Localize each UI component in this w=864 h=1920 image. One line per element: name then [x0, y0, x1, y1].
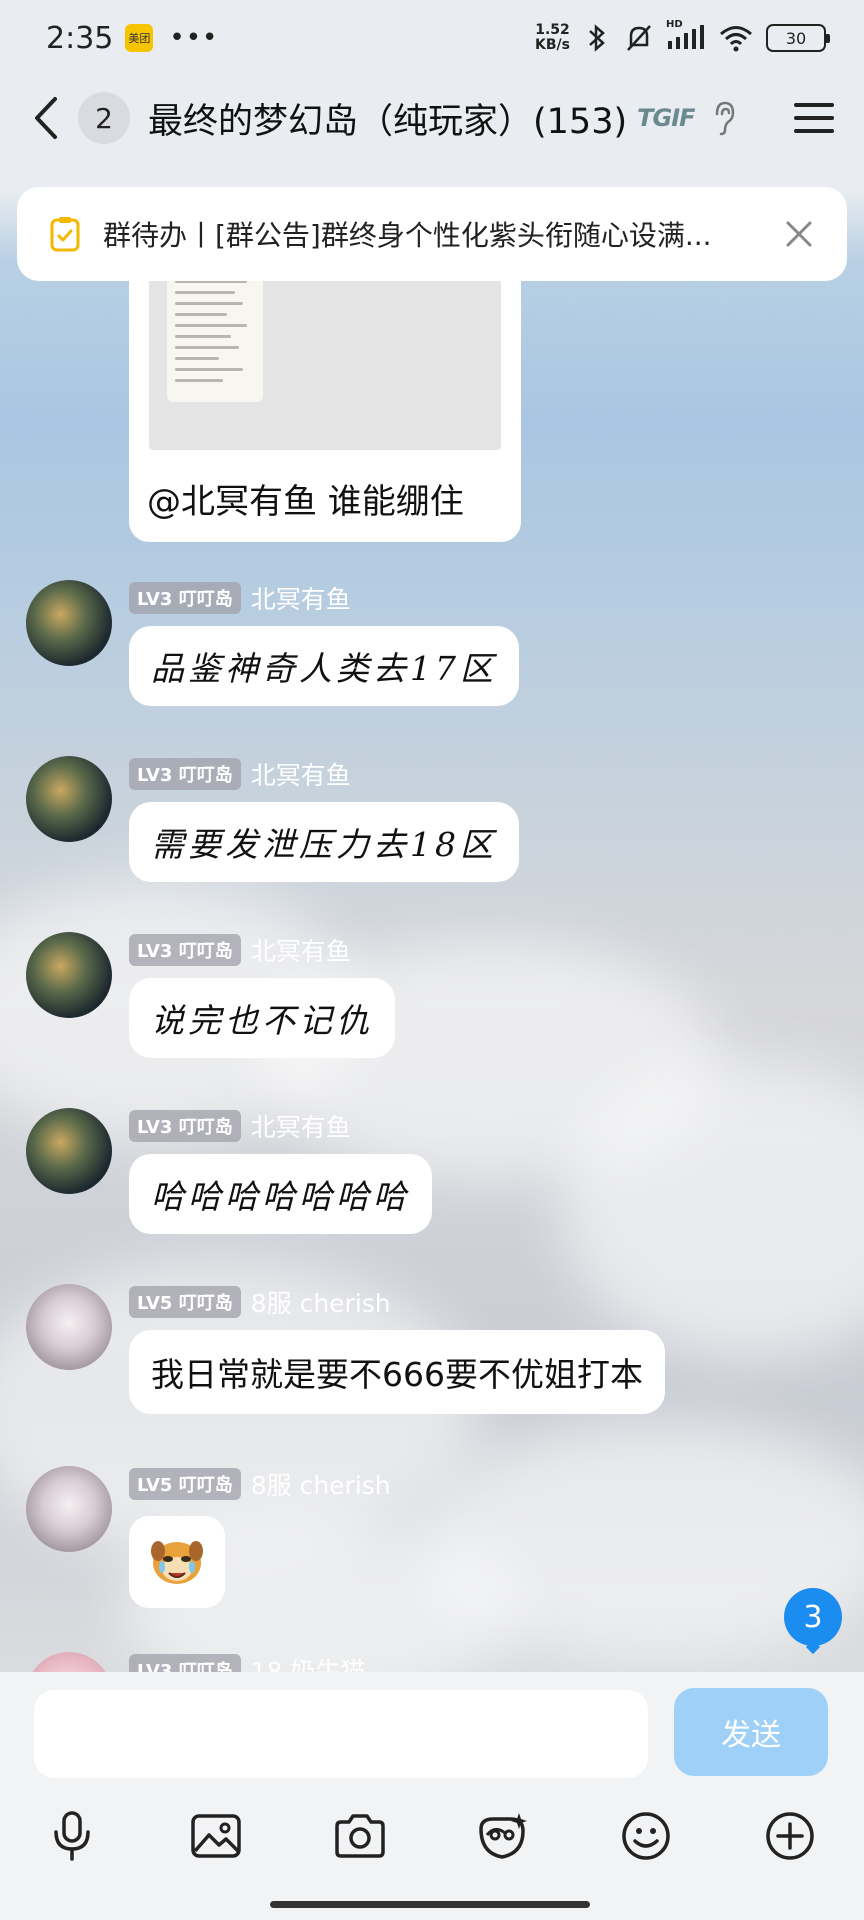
sender-name[interactable]: 8服 cherish: [251, 1284, 391, 1320]
sticker-message[interactable]: [129, 1516, 225, 1608]
sender-name[interactable]: 18 奶牛猫: [251, 1652, 366, 1672]
emoji-icon[interactable]: [616, 1806, 676, 1866]
todo-banner-text[interactable]: 群待办丨[群公告]群终身个性化紫头衔随心设满...: [103, 214, 759, 254]
level-badge: LV3 叮叮岛: [129, 1110, 241, 1142]
level-badge: LV3 叮叮岛: [129, 758, 241, 790]
new-message-count-badge[interactable]: 3: [784, 1588, 842, 1646]
sender-name[interactable]: 北冥有鱼: [251, 1108, 351, 1144]
message-input[interactable]: [34, 1690, 648, 1778]
message-bubble[interactable]: 说完也不记仇: [129, 978, 395, 1058]
message-bubble[interactable]: 我日常就是要不666要不优姐打本: [129, 1330, 665, 1414]
sender-name[interactable]: 8服 cherish: [251, 1466, 391, 1502]
avatar[interactable]: [26, 932, 112, 1018]
message-bubble[interactable]: 需要发泄压力去18区: [129, 802, 519, 882]
level-badge: LV3 叮叮岛: [129, 934, 241, 966]
avatar[interactable]: [26, 580, 112, 666]
sender-name[interactable]: 北冥有鱼: [251, 756, 351, 792]
plus-icon[interactable]: [760, 1806, 820, 1866]
message-bubble[interactable]: 哈哈哈哈哈哈哈: [129, 1154, 432, 1234]
level-badge: LV3 叮叮岛: [129, 1654, 241, 1672]
level-badge: LV5 叮叮岛: [129, 1286, 241, 1318]
message-text: @北冥有鱼 谁能绷住: [147, 482, 464, 522]
group-todo-banner[interactable]: 群待办丨[群公告]群终身个性化紫头衔随心设满...: [17, 187, 847, 281]
redpacket-icon[interactable]: [472, 1806, 532, 1866]
message-bubble[interactable]: 品鉴神奇人类去17区: [129, 626, 519, 706]
crying-dog-sticker-icon: [151, 1541, 203, 1584]
input-panel: 发送: [0, 1672, 864, 1920]
avatar[interactable]: [26, 1284, 112, 1370]
level-badge: LV3 叮叮岛: [129, 582, 241, 614]
home-indicator[interactable]: [270, 1901, 590, 1908]
image-icon[interactable]: [186, 1806, 246, 1866]
microphone-icon[interactable]: [42, 1806, 102, 1866]
close-icon[interactable]: [779, 214, 819, 254]
avatar[interactable]: [26, 1108, 112, 1194]
level-badge: LV5 叮叮岛: [129, 1468, 241, 1500]
sender-name[interactable]: 北冥有鱼: [251, 580, 351, 616]
avatar[interactable]: [26, 756, 112, 842]
message-bubble-with-image[interactable]: @北冥有鱼 谁能绷住: [129, 240, 521, 542]
input-toolbar: [0, 1794, 864, 1884]
send-button[interactable]: 发送: [674, 1688, 828, 1776]
avatar[interactable]: [26, 1466, 112, 1552]
todo-icon: [47, 214, 83, 254]
avatar[interactable]: [26, 1652, 112, 1672]
camera-icon[interactable]: [330, 1806, 390, 1866]
sender-name[interactable]: 北冥有鱼: [251, 932, 351, 968]
